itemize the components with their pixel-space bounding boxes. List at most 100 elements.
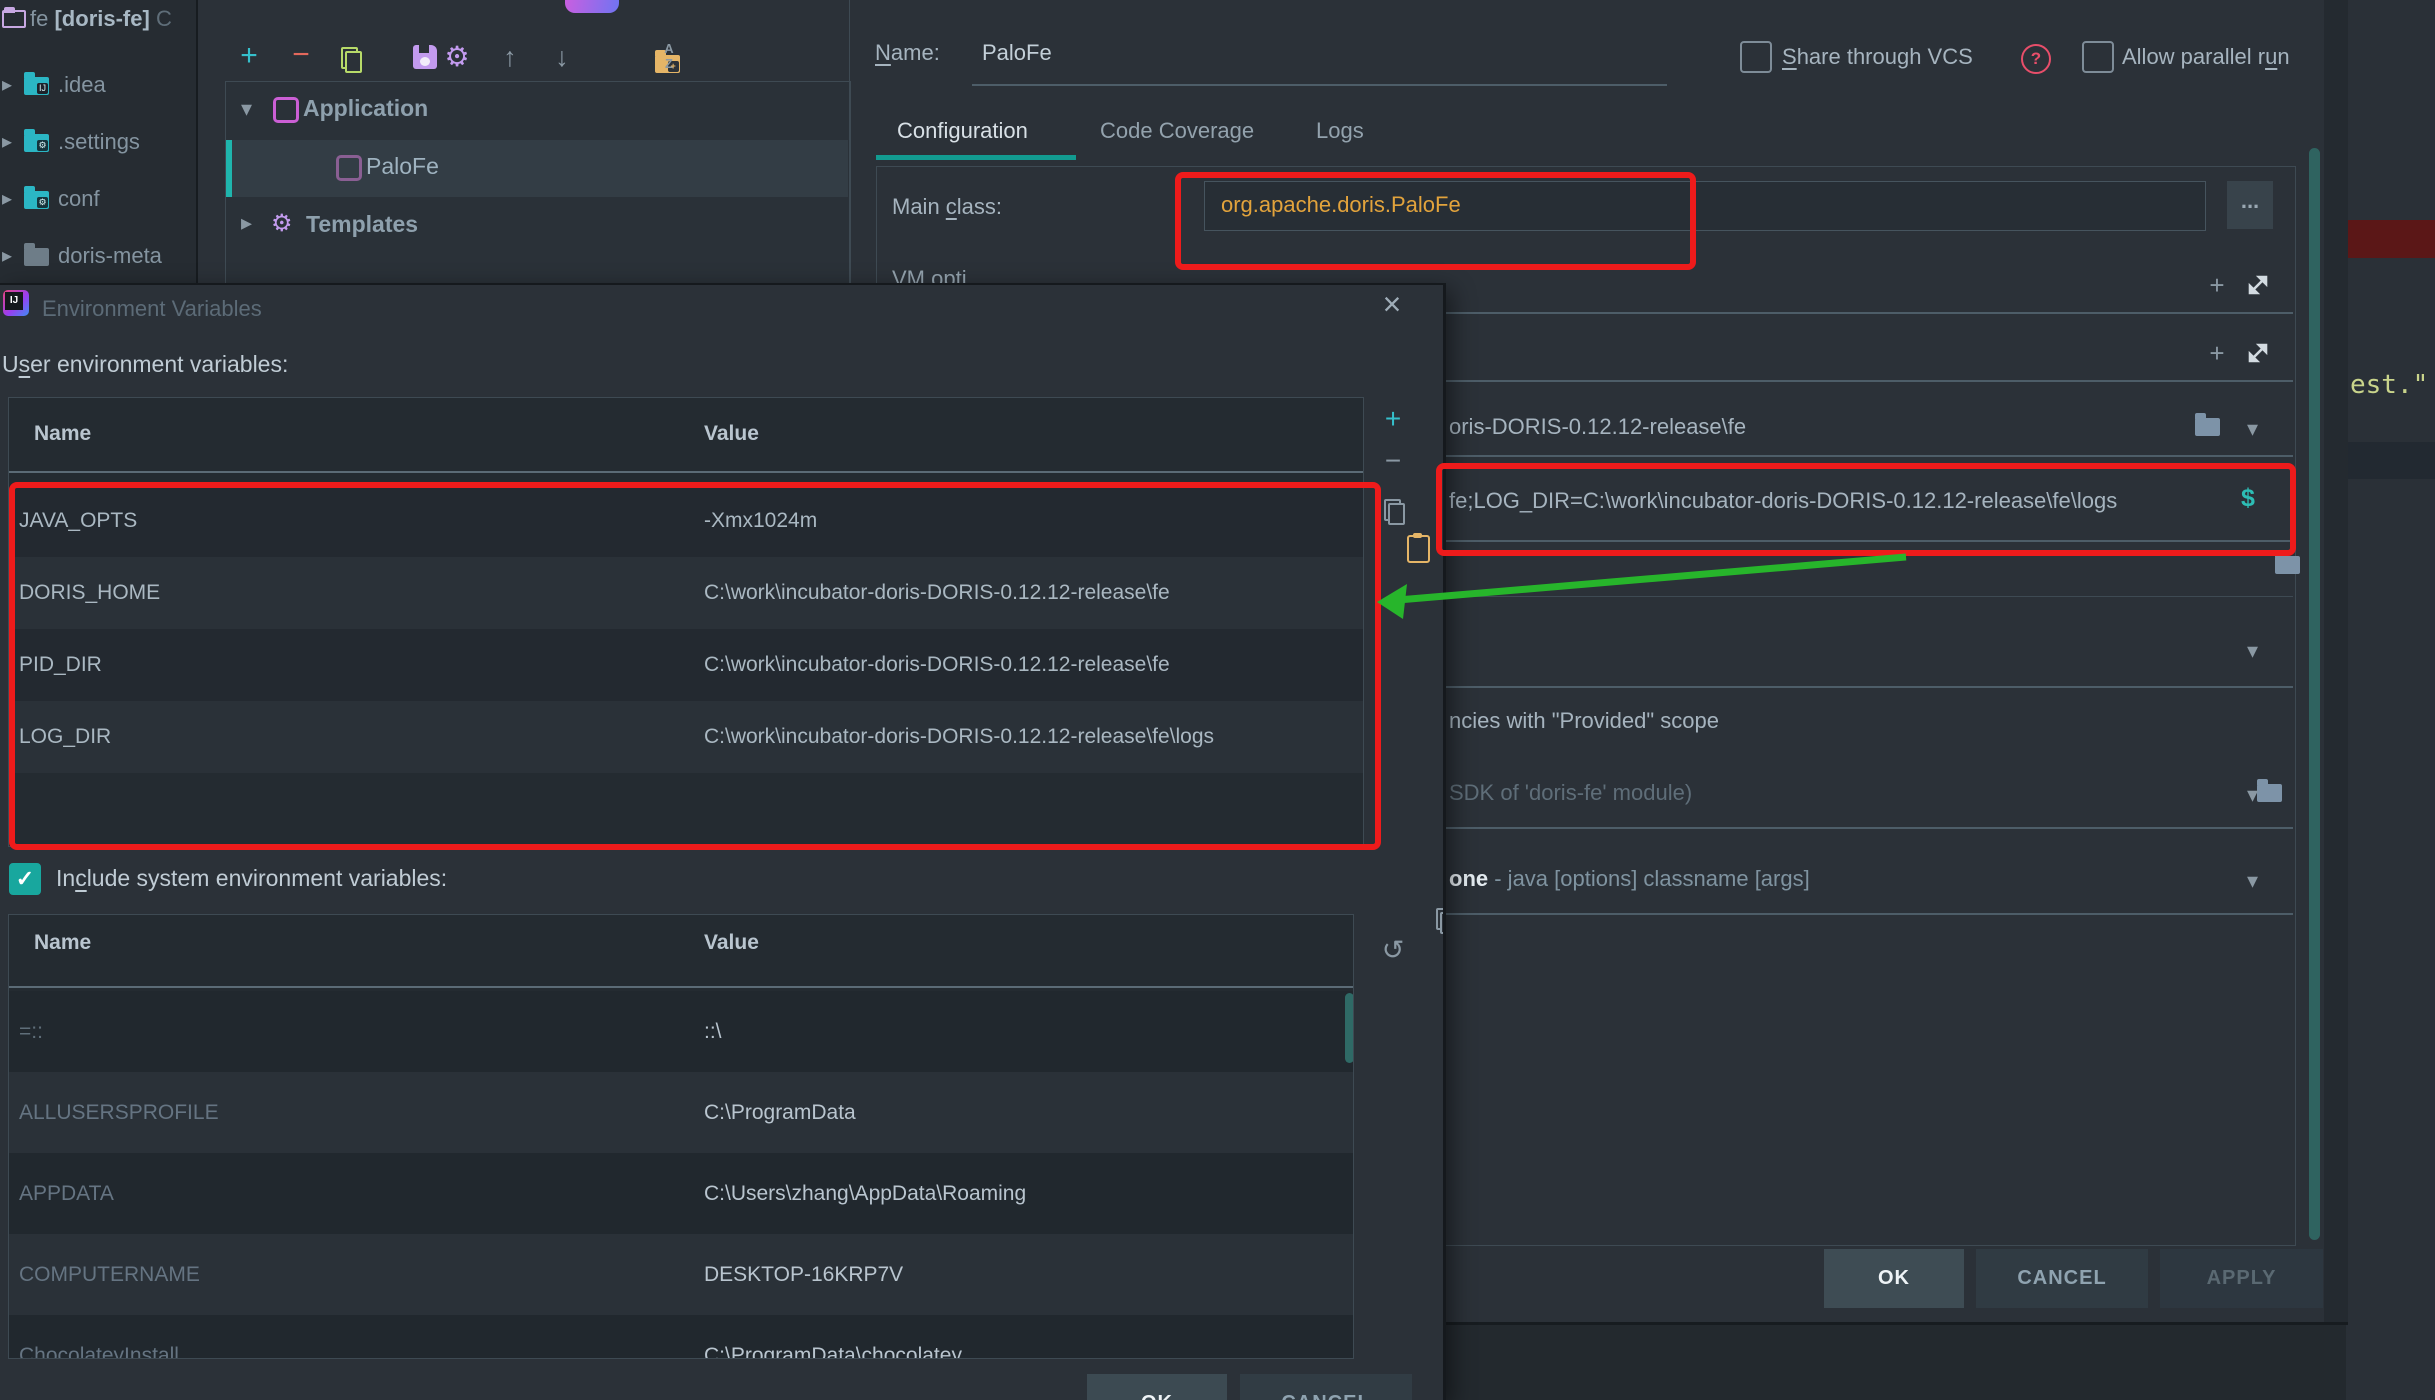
name-input[interactable]: PaloFe: [982, 40, 1052, 66]
add-icon[interactable]: +: [2202, 270, 2232, 301]
provided-scope-label-clipped: ncies with "Provided" scope: [1449, 708, 1719, 734]
form-scrollbar[interactable]: [2309, 148, 2320, 1240]
shorten-command-line-value[interactable]: one - java [options] classname [args]: [1449, 866, 1810, 892]
settings-folder-icon: ⚙: [24, 134, 49, 152]
column-header-name[interactable]: Name: [34, 422, 91, 446]
dropdown-icon[interactable]: ▾: [2247, 868, 2258, 894]
edit-templates-gear-icon[interactable]: ⚙: [440, 40, 474, 74]
add-variable-icon[interactable]: +: [1375, 403, 1411, 435]
name-input-underline: [972, 84, 1667, 86]
chevron-down-icon[interactable]: ▾: [241, 96, 252, 122]
table-row[interactable]: APPDATA C:\Users\zhang\AppData\Roaming: [9, 1153, 1353, 1234]
help-icon[interactable]: ?: [2021, 44, 2051, 74]
include-system-env-label: Include system environment variables:: [56, 865, 447, 892]
editor-background: est.": [2346, 0, 2435, 1400]
move-up-icon[interactable]: ↑: [493, 40, 527, 74]
conf-folder-icon: ⚙: [24, 191, 49, 209]
table-row[interactable]: =:: ::\: [9, 991, 1353, 1072]
templates-gear-icon: ⚙: [271, 209, 293, 238]
table-row[interactable]: PID_DIR C:\work\incubator-doris-DORIS-0.…: [9, 629, 1363, 701]
application-type-icon: [336, 155, 362, 181]
column-header-value[interactable]: Value: [704, 931, 759, 955]
tree-item-doris-meta[interactable]: ▸ doris-meta: [0, 241, 196, 271]
expand-field-icon[interactable]: [2245, 340, 2271, 366]
working-directory-value[interactable]: oris-DORIS-0.12.12-release\fe: [1449, 414, 1746, 440]
tree-item-idea[interactable]: ▸ IJ .idea: [0, 70, 196, 100]
tab-code-coverage[interactable]: Code Coverage: [1100, 118, 1254, 144]
ok-button[interactable]: OK: [1087, 1374, 1227, 1400]
dialog-header-icon: [565, 0, 619, 13]
sort-alphabetically-icon[interactable]: A Z: [654, 41, 684, 71]
project-title: fe [doris-fe] C: [30, 6, 172, 32]
chevron-right-icon[interactable]: ▸: [2, 72, 12, 97]
expand-field-icon[interactable]: [2245, 272, 2271, 298]
paste-icon[interactable]: [1407, 535, 1430, 563]
table-row[interactable]: COMPUTERNAME DESKTOP-16KRP7V: [9, 1234, 1353, 1315]
remove-configuration-icon[interactable]: −: [284, 40, 318, 70]
browse-folder-icon[interactable]: [2257, 784, 2282, 802]
dollar-variables-icon[interactable]: $: [2241, 484, 2255, 513]
user-env-vars-table: Name Value JAVA_OPTS -Xmx1024m DORIS_HOM…: [8, 397, 1364, 847]
tree-item-palofe-selected[interactable]: PaloFe: [226, 140, 848, 197]
table-scrollbar[interactable]: [1345, 993, 1354, 1063]
table-row[interactable]: DORIS_HOME C:\work\incubator-doris-DORIS…: [9, 557, 1363, 629]
screenshot-root: fe [doris-fe] C ▸ IJ .idea ▸ ⚙ .settings…: [0, 0, 2435, 1400]
dropdown-icon[interactable]: ▾: [2247, 782, 2258, 808]
browse-folder-icon[interactable]: [2275, 556, 2300, 574]
include-system-env-checkbox[interactable]: ✓: [9, 863, 41, 895]
apply-button-disabled[interactable]: APPLY: [2160, 1249, 2323, 1308]
table-row[interactable]: JAVA_OPTS -Xmx1024m: [9, 485, 1363, 557]
add-configuration-icon[interactable]: +: [232, 40, 266, 72]
dropdown-icon[interactable]: ▾: [2247, 416, 2258, 442]
active-tab-underline: [876, 155, 1076, 160]
allow-parallel-run-checkbox[interactable]: [2082, 41, 2114, 73]
copy-icon[interactable]: [1436, 908, 1446, 930]
system-env-vars-table: Name Value =:: ::\ ALLUSERSPROFILE C:\Pr…: [8, 914, 1354, 1359]
allow-parallel-run-label: Allow parallel run: [2122, 44, 2290, 70]
column-header-name[interactable]: Name: [34, 931, 91, 955]
environment-variables-dialog: IJ Environment Variables × User environm…: [0, 283, 1446, 1400]
jre-value-clipped[interactable]: SDK of 'doris-fe' module): [1449, 780, 1692, 806]
copy-icon[interactable]: [1384, 499, 1401, 521]
intellij-logo-icon: IJ: [3, 290, 29, 316]
browse-main-class-button[interactable]: ...: [2227, 181, 2273, 229]
tree-item-conf[interactable]: ▸ ⚙ conf: [0, 184, 196, 214]
browse-folder-icon[interactable]: [2195, 418, 2220, 436]
remove-variable-icon[interactable]: −: [1375, 445, 1411, 477]
tab-configuration[interactable]: Configuration: [897, 118, 1028, 144]
table-row[interactable]: ALLUSERSPROFILE C:\ProgramData: [9, 1072, 1353, 1153]
idea-folder-icon: IJ: [24, 77, 49, 95]
tree-item-settings[interactable]: ▸ ⚙ .settings: [0, 127, 196, 157]
table-row[interactable]: ChocolateyInstall C:\ProgramData\chocola…: [9, 1315, 1353, 1359]
dialog-right-gutter: [2324, 0, 2348, 1325]
dialog-title: Environment Variables: [42, 296, 262, 322]
save-configuration-icon[interactable]: [413, 45, 437, 69]
project-folder-icon: [2, 10, 26, 34]
cancel-button[interactable]: CANCEL: [1976, 1249, 2148, 1308]
environment-variables-value[interactable]: fe;LOG_DIR=C:\work\incubator-doris-DORIS…: [1449, 488, 2224, 514]
share-vcs-checkbox[interactable]: [1740, 41, 1772, 73]
add-icon[interactable]: +: [2202, 338, 2232, 369]
chevron-right-icon[interactable]: ▸: [2, 129, 12, 154]
column-header-value[interactable]: Value: [704, 422, 759, 446]
chevron-right-icon[interactable]: ▸: [241, 210, 252, 236]
tree-group-templates[interactable]: ▸ ⚙ Templates: [226, 198, 848, 254]
chevron-right-icon[interactable]: ▸: [2, 243, 12, 268]
share-vcs-label: Share through VCS: [1782, 44, 1973, 70]
tab-logs[interactable]: Logs: [1316, 118, 1364, 144]
cancel-button[interactable]: CANCEL: [1240, 1374, 1412, 1400]
user-env-vars-label: User environment variables:: [2, 351, 288, 378]
reset-icon[interactable]: ↺: [1375, 935, 1411, 966]
table-row[interactable]: LOG_DIR C:\work\incubator-doris-DORIS-0.…: [9, 701, 1363, 773]
copy-configuration-icon[interactable]: [341, 47, 358, 69]
close-icon[interactable]: ×: [1372, 285, 1412, 325]
configurations-toolbar: + − ⚙ ↑ ↓ + A Z: [198, 40, 848, 74]
move-down-icon[interactable]: ↓: [545, 40, 579, 74]
editor-code-fragment: est.": [2350, 370, 2428, 400]
dropdown-icon[interactable]: ▾: [2247, 638, 2258, 664]
chevron-right-icon[interactable]: ▸: [2, 186, 12, 211]
header-separator: [9, 471, 1363, 473]
tree-group-application[interactable]: ▾ Application: [226, 82, 848, 139]
main-class-field[interactable]: org.apache.doris.PaloFe: [1204, 181, 2206, 231]
ok-button[interactable]: OK: [1824, 1249, 1964, 1308]
